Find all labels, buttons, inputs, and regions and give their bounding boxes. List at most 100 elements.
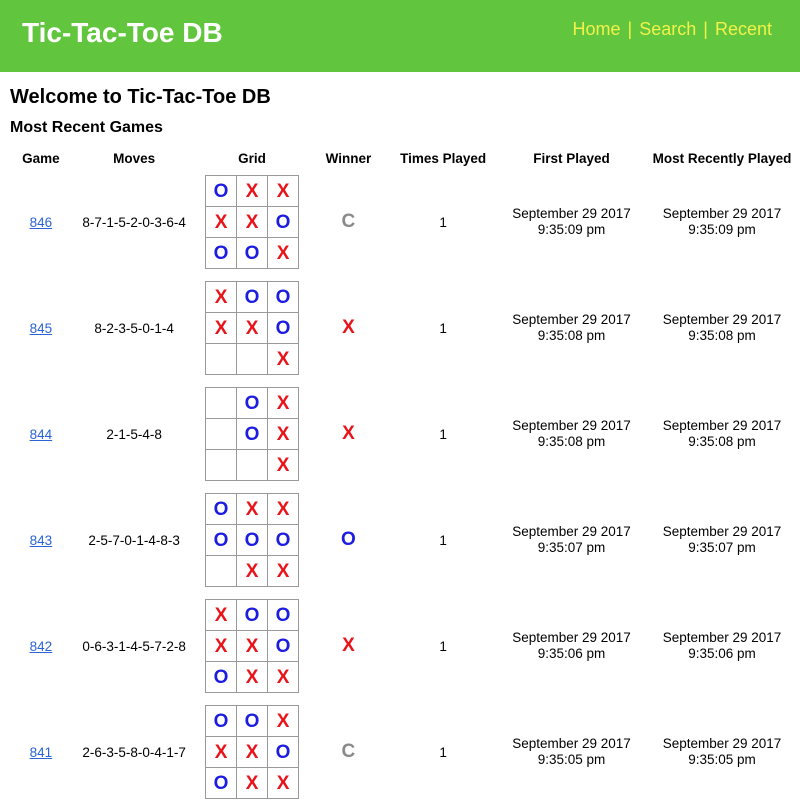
column-header-moves: Moves: [113, 150, 156, 166]
date-text: September 29 2017: [512, 312, 631, 327]
board-square: O: [236, 599, 269, 631]
time-text: 9:35:09 pm: [688, 222, 756, 237]
board-row: OX: [205, 387, 300, 419]
time-text: 9:35:08 pm: [688, 434, 756, 449]
first-played-cell: September 29 2017 9:35:07 pm: [499, 488, 644, 592]
board-square: O: [267, 630, 300, 662]
board-square: X: [267, 661, 300, 693]
moves-cell: 8-2-3-5-0-1-4: [94, 320, 174, 336]
board-square: X: [236, 661, 269, 693]
board-square: X: [267, 418, 300, 450]
board-row: OX: [205, 418, 300, 450]
games-table: Game Moves Grid Winner Times Played Firs…: [8, 146, 800, 806]
board-square: X: [267, 555, 300, 587]
board-square: X: [267, 449, 300, 481]
board-square: O: [267, 736, 300, 768]
board-square: X: [236, 630, 269, 662]
time-text: 9:35:05 pm: [537, 752, 606, 767]
time-text: 9:35:07 pm: [537, 540, 606, 555]
board-row: XX: [205, 555, 300, 587]
game-link[interactable]: 841: [30, 745, 53, 760]
times-played-cell: 1: [439, 214, 447, 230]
game-link[interactable]: 844: [30, 427, 53, 442]
most-recently-played-cell: September 29 2017 9:35:07 pm: [646, 488, 798, 592]
date-text: September 29 2017: [662, 312, 782, 327]
time-text: 9:35:08 pm: [537, 328, 606, 343]
board-square: O: [236, 705, 269, 737]
board-row: XXO: [205, 312, 300, 344]
first-played-cell: September 29 2017 9:35:09 pm: [499, 170, 644, 274]
board-square: X: [236, 175, 269, 207]
board-square: O: [205, 767, 238, 799]
board-square: X: [267, 237, 300, 269]
board-square: X: [267, 493, 300, 525]
nav-recent-link[interactable]: Recent: [715, 19, 772, 39]
board-grid: OXOXX: [205, 387, 300, 481]
most-recently-played-cell: September 29 2017 9:35:06 pm: [646, 594, 798, 698]
column-header-winner: Winner: [325, 150, 372, 166]
most-recently-played-cell: September 29 2017 9:35:08 pm: [646, 382, 798, 486]
board-square: X: [205, 599, 238, 631]
board-row: XXO: [205, 630, 300, 662]
most-recently-played-cell: September 29 2017 9:35:05 pm: [646, 700, 798, 804]
board-grid: OXXXXOOOX: [205, 175, 300, 269]
table-row: 845 8-2-3-5-0-1-4 X O O X X O X X 1 September 29 20…: [10, 276, 798, 380]
winner-cell: X: [342, 635, 355, 656]
first-played-cell: September 29 2017 9:35:05 pm: [499, 700, 644, 804]
board-row: OXX: [205, 661, 300, 693]
game-cell: 843: [10, 488, 72, 592]
board-square: [236, 343, 269, 375]
board-square: O: [205, 524, 238, 556]
table-row: 843 2-5-7-0-1-4-8-3 O X X O O O X X O 1 September 29…: [10, 488, 798, 592]
nav-home-link[interactable]: Home: [572, 19, 620, 39]
top-nav: Home | Search | Recent: [572, 19, 772, 40]
time-text: 9:35:06 pm: [688, 646, 756, 661]
column-header-grid: Grid: [238, 150, 266, 166]
board-row: OOX: [205, 237, 300, 269]
game-link[interactable]: 845: [30, 321, 53, 336]
time-text: 9:35:05 pm: [688, 752, 756, 767]
most-recently-played-cell: September 29 2017 9:35:09 pm: [646, 170, 798, 274]
times-played-cell: 1: [439, 532, 447, 548]
winner-cell: O: [341, 529, 356, 550]
board-square: [205, 449, 238, 481]
game-cell: 841: [10, 700, 72, 804]
board-row: XOO: [205, 281, 300, 313]
times-played-cell: 1: [439, 744, 447, 760]
board-square: X: [236, 206, 269, 238]
board-square: X: [205, 736, 238, 768]
game-cell: 842: [10, 594, 72, 698]
nav-separator: |: [627, 19, 633, 39]
board-row: XXO: [205, 206, 300, 238]
date-text: September 29 2017: [512, 524, 631, 539]
board-row: X: [205, 449, 300, 481]
game-cell: 844: [10, 382, 72, 486]
board-square: X: [267, 705, 300, 737]
table-row: 841 2-6-3-5-8-0-4-1-7 O O X X X O O X X C 1 September…: [10, 700, 798, 804]
board-square: O: [267, 599, 300, 631]
times-played-cell: 1: [439, 638, 447, 654]
time-text: 9:35:07 pm: [688, 540, 756, 555]
game-link[interactable]: 842: [30, 639, 53, 654]
board-square: X: [267, 175, 300, 207]
board-square: X: [236, 767, 269, 799]
date-text: September 29 2017: [512, 418, 631, 433]
board-row: OOX: [205, 705, 300, 737]
board-square: O: [205, 705, 238, 737]
board-square: O: [205, 237, 238, 269]
game-link[interactable]: 843: [30, 533, 53, 548]
games-table-body: 846 8-7-1-5-2-0-3-6-4 O X X X X O O O X C 1 September…: [10, 170, 798, 804]
board-square: O: [205, 661, 238, 693]
board-square: O: [236, 281, 269, 313]
game-cell: 846: [10, 170, 72, 274]
board-square: O: [205, 493, 238, 525]
board-square: [205, 418, 238, 450]
winner-cell: X: [342, 423, 355, 444]
game-link[interactable]: 846: [30, 215, 53, 230]
nav-search-link[interactable]: Search: [639, 19, 696, 39]
board-square: O: [236, 524, 269, 556]
date-text: September 29 2017: [512, 736, 631, 751]
board-grid: OXXOOOXX: [205, 493, 300, 587]
board-square: X: [236, 555, 269, 587]
moves-cell: 8-7-1-5-2-0-3-6-4: [82, 214, 186, 230]
